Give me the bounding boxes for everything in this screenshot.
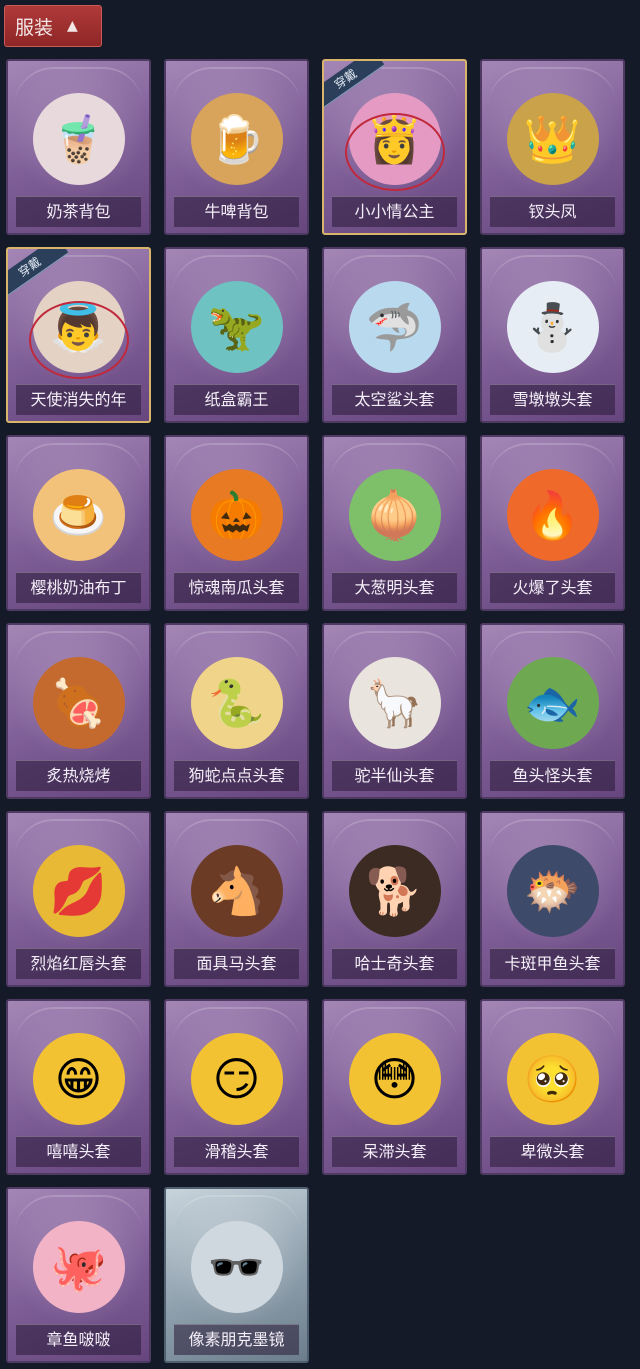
costume-category-toggle[interactable]: 服装 ▲ (4, 5, 102, 47)
funny-emoji-icon: 😏 (190, 1033, 283, 1125)
costume-item-label: 驼半仙头套 (332, 760, 457, 791)
costume-item-label: 雪墩墩头套 (490, 384, 615, 415)
costume-item-label: 卡斑甲鱼头套 (490, 948, 615, 979)
bbq-meat-icon: 🍖 (32, 657, 125, 749)
costume-item-card[interactable]: 🍖 炙热烧烤 (6, 623, 151, 799)
scallion-icon: 🧅 (348, 469, 441, 561)
costume-item-card[interactable]: ⛄ 雪墩墩头套 (480, 247, 625, 423)
costume-item-card[interactable]: 👸 穿戴 小小情公主 (322, 59, 467, 235)
costume-item-label: 鱼头怪头套 (490, 760, 615, 791)
costume-item-card[interactable]: 🥺 卑微头套 (480, 999, 625, 1175)
husky-sunglasses-icon: 🐕 (348, 845, 441, 937)
costume-item-label: 小小情公主 (332, 196, 457, 227)
costume-item-card[interactable]: 😏 滑稽头套 (164, 999, 309, 1175)
costume-item-label: 嘻嘻头套 (16, 1136, 141, 1167)
beer-barrel-backpack-icon: 🍺 (190, 93, 283, 185)
dazed-emoji-icon: 😳 (348, 1033, 441, 1125)
costume-item-card[interactable]: 👼 穿戴 天使消失的年 (6, 247, 151, 423)
costume-item-label: 滑稽头套 (174, 1136, 299, 1167)
costume-item-card[interactable]: 🐡 卡斑甲鱼头套 (480, 811, 625, 987)
costume-item-label: 火爆了头套 (490, 572, 615, 603)
costume-item-label: 牛啤背包 (174, 196, 299, 227)
costume-item-label: 卑微头套 (490, 1136, 615, 1167)
costume-item-label: 太空鲨头套 (332, 384, 457, 415)
category-label: 服装 (15, 16, 54, 39)
costume-item-card[interactable]: 🐴 面具马头套 (164, 811, 309, 987)
costume-item-label: 天使消失的年 (16, 384, 141, 415)
costume-item-card[interactable]: 😁 嘻嘻头套 (6, 999, 151, 1175)
costume-item-card[interactable]: 🐕 哈士奇头套 (322, 811, 467, 987)
costume-item-label: 像素朋克墨镜 (174, 1324, 299, 1355)
horse-mask-icon: 🐴 (190, 845, 283, 937)
humble-emoji-icon: 🥺 (506, 1033, 599, 1125)
angel-girl-icon: 👼 (28, 281, 129, 379)
spotted-fish-icon: 🐡 (506, 845, 599, 937)
alpaca-sunglasses-icon: 🦙 (348, 657, 441, 749)
costume-item-card[interactable]: 🦙 驼半仙头套 (322, 623, 467, 799)
costume-item-card[interactable]: 🧅 大葱明头套 (322, 435, 467, 611)
costume-item-label: 钗头凤 (490, 196, 615, 227)
space-shark-icon: 🦈 (348, 281, 441, 373)
costume-item-label: 烈焰红唇头套 (16, 948, 141, 979)
costume-item-card[interactable]: 🍺 牛啤背包 (164, 59, 309, 235)
costume-item-card[interactable]: 🍮 樱桃奶油布丁 (6, 435, 151, 611)
phoenix-hairpin-icon: 👑 (506, 93, 599, 185)
costume-item-card[interactable]: 🐍 狗蛇点点头套 (164, 623, 309, 799)
costume-item-card[interactable]: 🧋 奶茶背包 (6, 59, 151, 235)
costume-item-card[interactable]: 😳 呆滞头套 (322, 999, 467, 1175)
costume-item-label: 面具马头套 (174, 948, 299, 979)
fireball-icon: 🔥 (506, 469, 599, 561)
costume-item-card[interactable]: 🕶️ 像素朋克墨镜 (164, 1187, 309, 1363)
costume-item-label: 纸盒霸王 (174, 384, 299, 415)
little-princess-icon: 👸 (344, 93, 445, 191)
costume-item-label: 呆滞头套 (332, 1136, 457, 1167)
grin-emoji-icon: 😁 (32, 1033, 125, 1125)
pumpkin-icon: 🎃 (190, 469, 283, 561)
milk-tea-backpack-icon: 🧋 (32, 93, 125, 185)
pixel-sunglasses-icon: 🕶️ (190, 1221, 283, 1313)
fish-head-icon: 🐟 (506, 657, 599, 749)
snowman-reindeer-icon: ⛄ (506, 281, 599, 373)
costume-item-label: 大葱明头套 (332, 572, 457, 603)
costume-item-card[interactable]: 🐙 章鱼啵啵 (6, 1187, 151, 1363)
costume-item-card[interactable]: 🎃 惊魂南瓜头套 (164, 435, 309, 611)
costume-item-label: 狗蛇点点头套 (174, 760, 299, 791)
costume-item-card[interactable]: 👑 钗头凤 (480, 59, 625, 235)
cherry-pudding-icon: 🍮 (32, 469, 125, 561)
chevron-up-icon: ▲ (67, 18, 78, 34)
costume-item-label: 哈士奇头套 (332, 948, 457, 979)
costume-item-label: 惊魂南瓜头套 (174, 572, 299, 603)
costume-item-label: 樱桃奶油布丁 (16, 572, 141, 603)
cardboard-dino-icon: 🦖 (190, 281, 283, 373)
octopus-icon: 🐙 (32, 1221, 125, 1313)
costume-item-label: 奶茶背包 (16, 196, 141, 227)
costume-item-card[interactable]: 🦖 纸盒霸王 (164, 247, 309, 423)
costume-item-label: 章鱼啵啵 (16, 1324, 141, 1355)
costume-item-card[interactable]: 🦈 太空鲨头套 (322, 247, 467, 423)
costume-item-card[interactable]: 🔥 火爆了头套 (480, 435, 625, 611)
dog-snake-icon: 🐍 (190, 657, 283, 749)
costume-item-card[interactable]: 💋 烈焰红唇头套 (6, 811, 151, 987)
costume-item-label: 炙热烧烤 (16, 760, 141, 791)
red-lips-mask-icon: 💋 (32, 845, 125, 937)
costume-item-card[interactable]: 🐟 鱼头怪头套 (480, 623, 625, 799)
